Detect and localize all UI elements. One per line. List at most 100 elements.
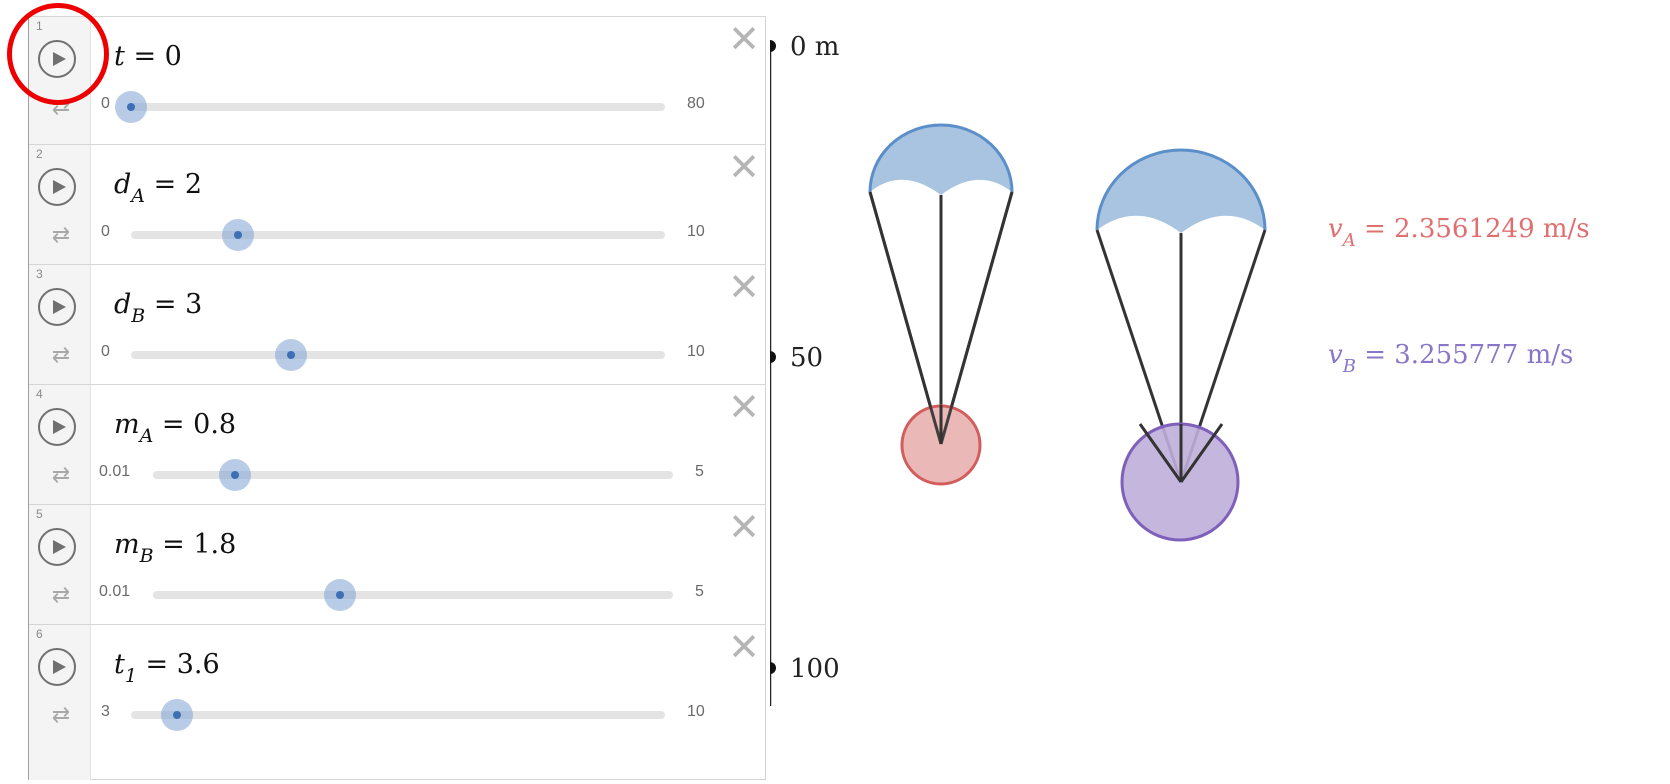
play-icon[interactable]: [38, 648, 76, 686]
axis-label-100: 100: [790, 654, 840, 684]
play-icon[interactable]: [38, 288, 76, 326]
slider-value: 3.6: [176, 649, 220, 680]
slider-expression[interactable]: dB = 3: [114, 289, 203, 327]
row-gutter: 6 ⇄: [29, 625, 91, 780]
slider-knob[interactable]: [323, 579, 356, 611]
var-name: d: [114, 289, 132, 320]
slider-expression[interactable]: mB = 1.8: [114, 529, 237, 567]
row-gutter: 4 ⇄: [29, 385, 91, 512]
row-gutter: 5 ⇄: [29, 505, 91, 632]
row-number: 3: [36, 267, 43, 281]
slider-knob[interactable]: [219, 459, 252, 491]
close-icon[interactable]: ✕: [727, 21, 761, 59]
slider-track[interactable]: [131, 231, 665, 239]
slider-min: 0.01: [99, 463, 131, 480]
row-number: 5: [36, 507, 43, 521]
graphics-view: 0 m 50 100 vA = 2.3561249 m/s vB = 3.255…: [770, 0, 1670, 784]
axis-point-50: [770, 351, 776, 363]
slider-expression[interactable]: mA = 0.8: [114, 409, 237, 447]
var-subscript: B: [139, 545, 154, 567]
graphics-canvas: [770, 40, 1267, 706]
equals-sign: =: [145, 169, 185, 200]
slider-row-dB: 3 ⇄ dB = 3 0 10 ✕: [29, 264, 766, 392]
canopy-a: [870, 125, 1012, 195]
slider-row-mB: 5 ⇄ mB = 1.8 0.01 5 ✕: [29, 504, 766, 632]
velocity-a-value: = 2.3561249 m/s: [1355, 214, 1590, 244]
slider-track[interactable]: [131, 103, 665, 111]
equals-sign: =: [124, 41, 165, 72]
slider-expression[interactable]: t1 = 3.6: [114, 649, 220, 687]
close-icon[interactable]: ✕: [727, 269, 761, 307]
repeat-icon[interactable]: ⇄: [49, 96, 73, 118]
algebra-view: 1 ⇄ t = 0 0 80 ✕ 2 ⇄ dA = 2 0 10 ✕ 3 ⇄ d…: [28, 16, 766, 780]
canopy-b: [1097, 150, 1265, 233]
equals-sign: =: [145, 289, 186, 320]
slider-max: 10: [687, 703, 705, 720]
slider-knob[interactable]: [115, 91, 147, 123]
slider-value: 0.8: [193, 409, 237, 440]
slider-track[interactable]: [131, 711, 665, 719]
close-icon[interactable]: ✕: [727, 509, 761, 547]
slider-track[interactable]: [153, 591, 673, 599]
row-gutter: 2 ⇄: [29, 145, 91, 272]
slider-knob[interactable]: [221, 219, 254, 251]
var-subscript: B: [1342, 356, 1356, 377]
row-number: 2: [36, 147, 43, 161]
close-icon[interactable]: ✕: [727, 629, 761, 667]
repeat-icon[interactable]: ⇄: [49, 224, 73, 246]
var-name: v: [1328, 340, 1343, 370]
slider-value: 1.8: [193, 529, 237, 560]
repeat-icon[interactable]: ⇄: [49, 344, 73, 366]
slider-value: 2: [184, 169, 203, 200]
axis-label-0: 0 m: [790, 32, 840, 62]
velocity-a-label: vA = 2.3561249 m/s: [1328, 214, 1590, 251]
slider-value: 0: [164, 41, 182, 72]
axis-point-100: [770, 662, 776, 674]
row-number: 6: [36, 627, 43, 641]
slider-row-dA: 2 ⇄ dA = 2 0 10 ✕: [29, 144, 766, 272]
repeat-icon[interactable]: ⇄: [49, 704, 73, 726]
velocity-b-value: = 3.255777 m/s: [1355, 340, 1574, 370]
slider-expression[interactable]: t = 0: [114, 41, 182, 72]
var-name: m: [114, 409, 140, 440]
var-name: m: [114, 529, 140, 560]
close-icon[interactable]: ✕: [727, 149, 761, 187]
slider-max: 10: [687, 223, 705, 240]
var-subscript: A: [1342, 230, 1356, 251]
slider-knob[interactable]: [160, 699, 193, 731]
slider-min: 0.01: [99, 583, 131, 600]
play-icon[interactable]: [38, 40, 76, 78]
play-icon[interactable]: [38, 408, 76, 446]
row-number: 1: [36, 19, 43, 33]
velocity-b-label: vB = 3.255777 m/s: [1328, 340, 1574, 377]
close-icon[interactable]: ✕: [727, 389, 761, 427]
axis-point-0: [770, 40, 776, 52]
var-name: t: [114, 649, 125, 680]
equals-sign: =: [153, 529, 194, 560]
parachute-a[interactable]: [868, 123, 1014, 486]
slider-expression[interactable]: dA = 2: [114, 169, 203, 207]
repeat-icon[interactable]: ⇄: [49, 464, 73, 486]
slider-max: 80: [687, 95, 705, 112]
var-subscript: B: [131, 305, 146, 327]
slider-value: 3: [185, 289, 203, 320]
var-name: d: [114, 169, 132, 200]
slider-row-t: 1 ⇄ t = 0 0 80 ✕: [29, 16, 766, 144]
slider-track[interactable]: [131, 351, 665, 359]
slider-max: 5: [695, 463, 704, 480]
slider-max: 10: [687, 343, 705, 360]
slider-row-mA: 4 ⇄ mA = 0.8 0.01 5 ✕: [29, 384, 766, 512]
slider-knob[interactable]: [275, 339, 308, 371]
parachute-b[interactable]: [1095, 148, 1267, 542]
var-subscript: 1: [124, 665, 137, 687]
var-subscript: A: [131, 185, 146, 207]
equals-sign: =: [136, 649, 177, 680]
play-icon[interactable]: [38, 168, 76, 206]
row-gutter: 3 ⇄: [29, 265, 91, 392]
row-number: 4: [36, 387, 43, 401]
axis-label-50: 50: [790, 343, 824, 373]
repeat-icon[interactable]: ⇄: [49, 584, 73, 606]
var-name: t: [114, 41, 125, 72]
play-icon[interactable]: [38, 528, 76, 566]
slider-min: 0: [101, 223, 110, 240]
